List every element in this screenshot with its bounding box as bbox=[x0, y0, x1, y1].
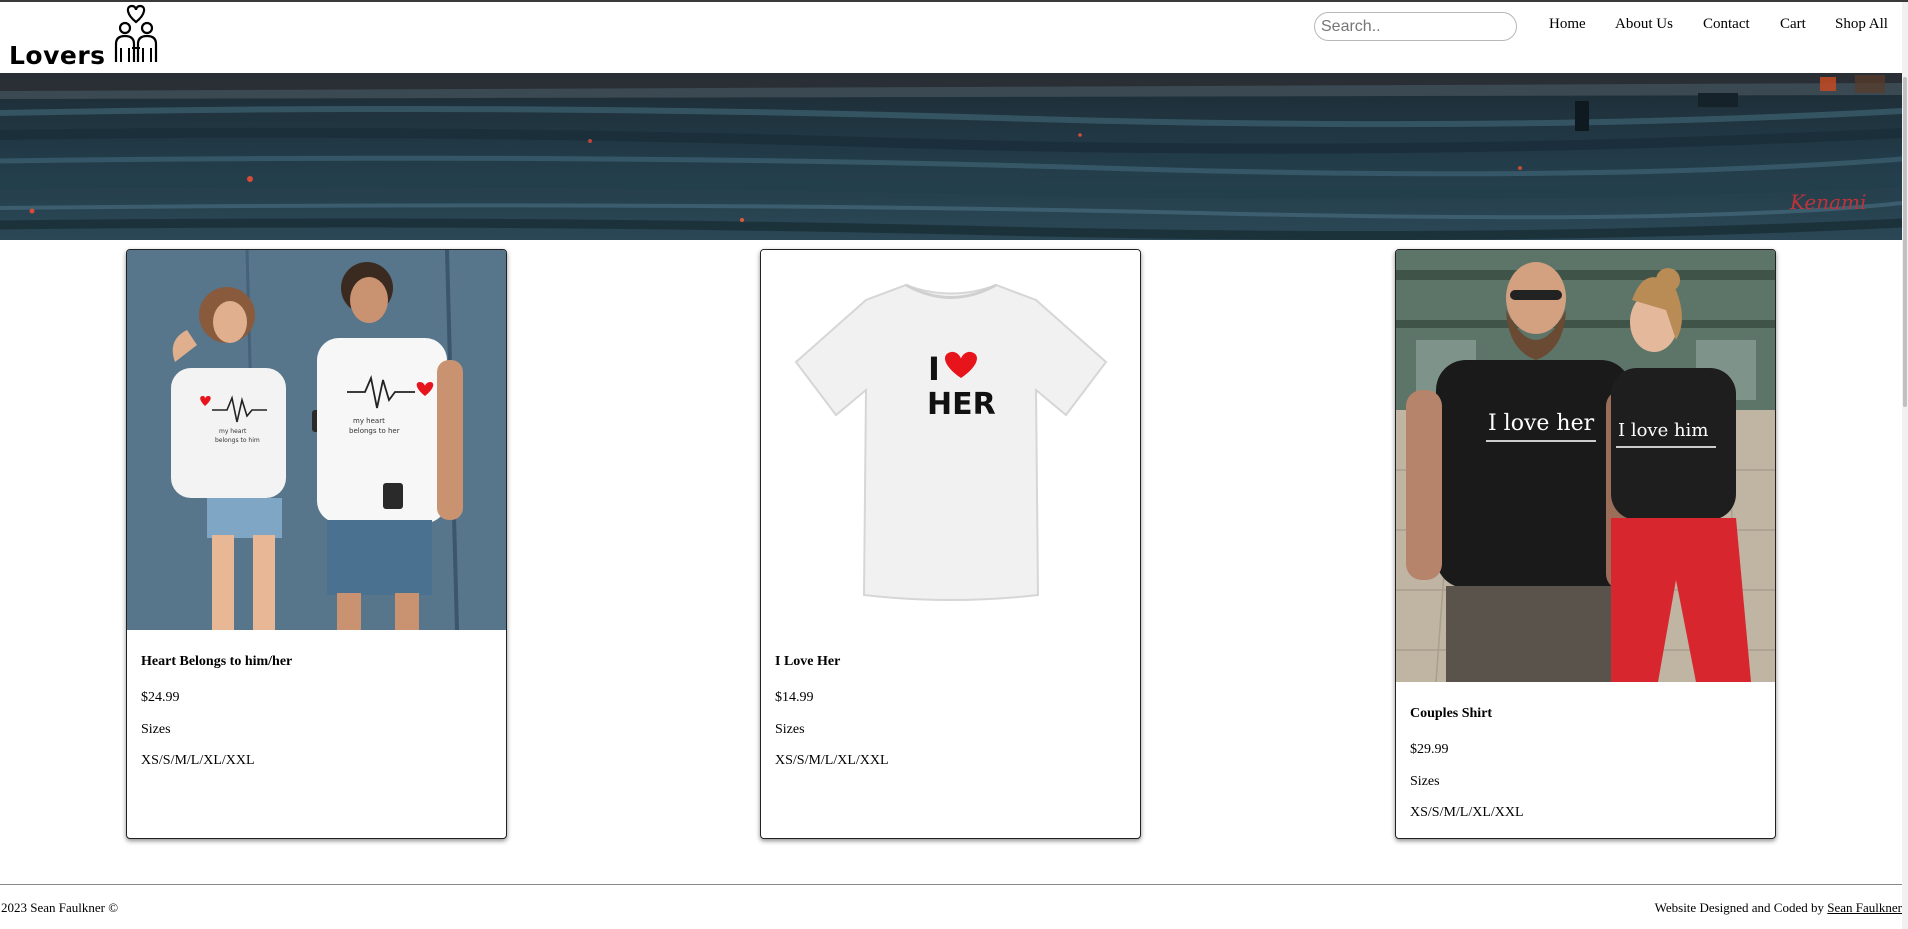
scrollbar-thumb[interactable] bbox=[1903, 77, 1907, 407]
sizes-list: XS/S/M/L/XL/XXL bbox=[141, 753, 255, 768]
product-card-heart-belongs[interactable]: my heart belongs to him my heart belongs… bbox=[126, 249, 507, 839]
product-info: I Love Her $14.99 Sizes XS/S/M/L/XL/XXL bbox=[775, 654, 889, 768]
brand-name: Lovers bbox=[9, 41, 106, 70]
couple-heart-logo-icon[interactable] bbox=[106, 4, 166, 68]
svg-text:belongs to her: belongs to her bbox=[349, 427, 400, 435]
product-info: Couples Shirt $29.99 Sizes XS/S/M/L/XL/X… bbox=[1410, 706, 1524, 820]
footer-divider bbox=[0, 884, 1902, 885]
sizes-label: Sizes bbox=[1410, 774, 1440, 789]
hero-banner: Kenami bbox=[0, 73, 1902, 240]
product-card-i-love-her[interactable]: I HER I Love Her $14.99 Sizes XS/S/M/L/X… bbox=[760, 249, 1141, 839]
sizes-label: Sizes bbox=[775, 722, 805, 737]
shirt-text-i: I bbox=[928, 350, 940, 388]
footer-copyright: 2023 Sean Faulkner © bbox=[1, 900, 119, 915]
sizes-list: XS/S/M/L/XL/XXL bbox=[775, 753, 889, 768]
footer-credit: Website Designed and Coded by Sean Faulk… bbox=[1655, 900, 1902, 916]
sizes-list: XS/S/M/L/XL/XXL bbox=[1410, 805, 1524, 820]
nav-shop-all[interactable]: Shop All bbox=[1835, 16, 1888, 33]
banner-signature: Kenami bbox=[1789, 190, 1866, 214]
product-price: $24.99 bbox=[141, 690, 180, 705]
footer-credit-text: Website Designed and Coded by bbox=[1654, 900, 1825, 915]
nav-about-us[interactable]: About Us bbox=[1615, 16, 1673, 33]
product-card-couples-shirt[interactable]: I love her I love him Couples Shirt $29.… bbox=[1395, 249, 1776, 839]
product-photo-couples-shirt[interactable]: I love her I love him bbox=[1396, 250, 1775, 682]
shirt-text-i-love-her: I love her bbox=[1488, 411, 1595, 436]
shirt-text-her: HER bbox=[927, 387, 996, 422]
nav-contact[interactable]: Contact bbox=[1703, 16, 1750, 33]
nav-cart[interactable]: Cart bbox=[1780, 16, 1806, 33]
product-name[interactable]: I Love Her bbox=[775, 654, 840, 670]
search-input[interactable] bbox=[1314, 12, 1517, 41]
svg-text:my heart: my heart bbox=[353, 417, 385, 425]
product-name[interactable]: Heart Belongs to him/her bbox=[141, 654, 292, 670]
page-scrollbar[interactable] bbox=[1902, 2, 1908, 929]
svg-text:belongs to him: belongs to him bbox=[215, 437, 260, 444]
product-price: $29.99 bbox=[1410, 742, 1449, 757]
footer-author-link[interactable]: Sean Faulkner bbox=[1827, 900, 1902, 915]
svg-text:my heart: my heart bbox=[219, 428, 247, 435]
nav-home[interactable]: Home bbox=[1549, 16, 1586, 33]
product-photo-i-love-her-shirt[interactable]: I HER bbox=[761, 250, 1140, 630]
product-info: Heart Belongs to him/her $24.99 Sizes XS… bbox=[141, 654, 292, 768]
shirt-text-i-love-him: I love him bbox=[1618, 420, 1708, 441]
product-price: $14.99 bbox=[775, 690, 814, 705]
sizes-label: Sizes bbox=[141, 722, 171, 737]
product-photo-couple-heartbeat-shirts[interactable]: my heart belongs to him my heart belongs… bbox=[127, 250, 506, 630]
product-name[interactable]: Couples Shirt bbox=[1410, 706, 1492, 722]
city-street-painting: Kenami bbox=[0, 73, 1902, 240]
site-header: Lovers Home About Us Contact Cart Shop A… bbox=[0, 2, 1908, 73]
